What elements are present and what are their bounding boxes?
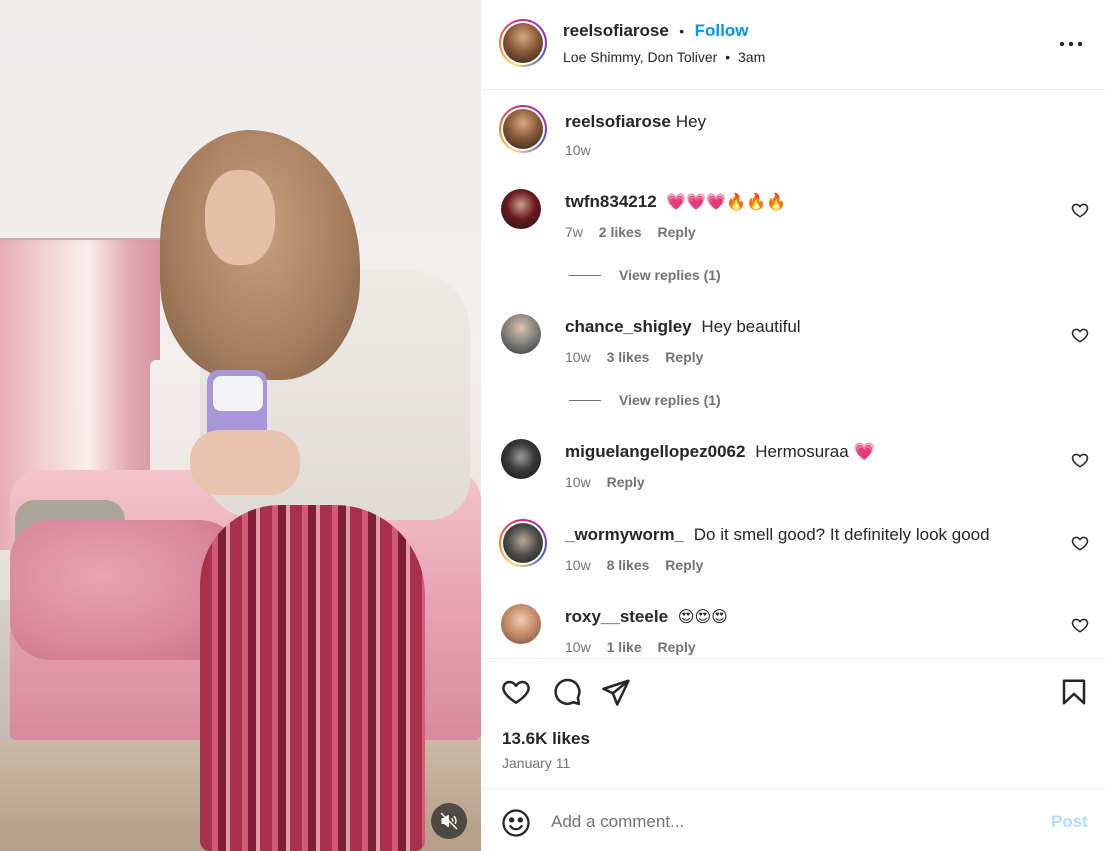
comment-age: 10w	[565, 474, 591, 490]
comment-age: 10w	[565, 349, 591, 365]
comment-likes[interactable]: 8 likes	[607, 557, 650, 573]
comment-input[interactable]	[551, 805, 1031, 839]
comments-list[interactable]: reelsofiarose Hey 10w twfn834212 💗💗💗🔥🔥🔥 7…	[481, 91, 1105, 658]
view-replies-label: View replies (1)	[619, 267, 721, 283]
comment-avatar[interactable]	[501, 314, 541, 354]
reply-button[interactable]: Reply	[658, 224, 696, 240]
comment-likes[interactable]: 2 likes	[599, 224, 642, 240]
comment-likes[interactable]: 3 likes	[607, 349, 650, 365]
subline-separator: •	[725, 49, 731, 65]
view-replies-label: View replies (1)	[619, 392, 721, 408]
comment-likes[interactable]: 1 like	[607, 639, 642, 655]
audio-track[interactable]: Loe Shimmy, Don Toliver	[563, 49, 717, 65]
heart-icon[interactable]	[501, 677, 531, 707]
comment-username[interactable]: miguelangellopez0062	[565, 442, 745, 461]
caption-age: 10w	[565, 142, 591, 158]
comment-username[interactable]: twfn834212	[565, 192, 657, 211]
post-actions: 13.6K likes January 11	[481, 658, 1105, 788]
caption-avatar[interactable]	[499, 105, 547, 153]
comment-username[interactable]: _wormyworm_	[565, 525, 684, 544]
comment-text: Do it smell good? It definitely look goo…	[693, 525, 990, 544]
post-time: 3am	[738, 49, 766, 65]
more-horizontal-icon	[1059, 41, 1083, 47]
mute-button[interactable]	[431, 803, 467, 839]
comment-avatar[interactable]	[501, 439, 541, 479]
comment-text: 😍😍😍	[677, 607, 728, 626]
view-replies-button[interactable]: View replies (1)	[569, 267, 721, 283]
caption-username[interactable]: reelsofiarose	[565, 112, 671, 131]
comment-text: Hey beautiful	[701, 317, 801, 336]
comment-age: 7w	[565, 224, 583, 240]
comment-text: 💗💗💗🔥🔥🔥	[666, 192, 786, 211]
media-hand	[190, 430, 300, 495]
media-figure-pants	[200, 505, 425, 851]
comment-like-heart-icon[interactable]	[1071, 616, 1089, 634]
comment-age: 10w	[565, 557, 591, 573]
reply-button[interactable]: Reply	[665, 349, 703, 365]
comment-username[interactable]: roxy__steele	[565, 607, 668, 626]
comment-username[interactable]: chance_shigley	[565, 317, 692, 336]
post-comment-button[interactable]: Post	[1051, 812, 1088, 832]
comment-avatar[interactable]	[501, 189, 541, 229]
reply-button[interactable]: Reply	[658, 639, 696, 655]
muted-speaker-icon	[440, 812, 458, 830]
comment-like-heart-icon[interactable]	[1071, 451, 1089, 469]
post-media[interactable]	[0, 0, 481, 851]
caption-text: Hey	[675, 112, 707, 131]
comment-like-heart-icon[interactable]	[1071, 534, 1089, 552]
more-options-button[interactable]	[1055, 30, 1087, 58]
comment-text: Hermosuraa 💗	[755, 442, 875, 461]
reply-button[interactable]: Reply	[665, 557, 703, 573]
comment-avatar[interactable]	[499, 519, 547, 567]
comment-composer: Post	[481, 788, 1105, 851]
header-separator: •	[679, 23, 685, 39]
replies-divider	[569, 274, 601, 276]
media-figure-face	[205, 170, 275, 265]
follow-button[interactable]: Follow	[695, 21, 749, 40]
comment-like-heart-icon[interactable]	[1071, 201, 1089, 219]
emoji-icon[interactable]	[501, 808, 531, 838]
post-side-panel: reelsofiarose • Follow Loe Shimmy, Don T…	[481, 0, 1105, 851]
media-phone-camera	[213, 376, 263, 411]
bookmark-icon[interactable]	[1059, 677, 1089, 707]
share-icon[interactable]	[601, 677, 631, 707]
comment-avatar[interactable]	[501, 604, 541, 644]
post-date: January 11	[502, 755, 571, 771]
replies-divider	[569, 399, 601, 401]
likes-count[interactable]: 13.6K likes	[502, 729, 590, 749]
reply-button[interactable]: Reply	[607, 474, 645, 490]
author-username[interactable]: reelsofiarose	[563, 21, 669, 40]
comment-age: 10w	[565, 639, 591, 655]
comment-icon[interactable]	[552, 677, 582, 707]
view-replies-button[interactable]: View replies (1)	[569, 392, 721, 408]
author-avatar[interactable]	[499, 19, 547, 67]
post-header: reelsofiarose • Follow Loe Shimmy, Don T…	[481, 0, 1105, 90]
comment-like-heart-icon[interactable]	[1071, 326, 1089, 344]
